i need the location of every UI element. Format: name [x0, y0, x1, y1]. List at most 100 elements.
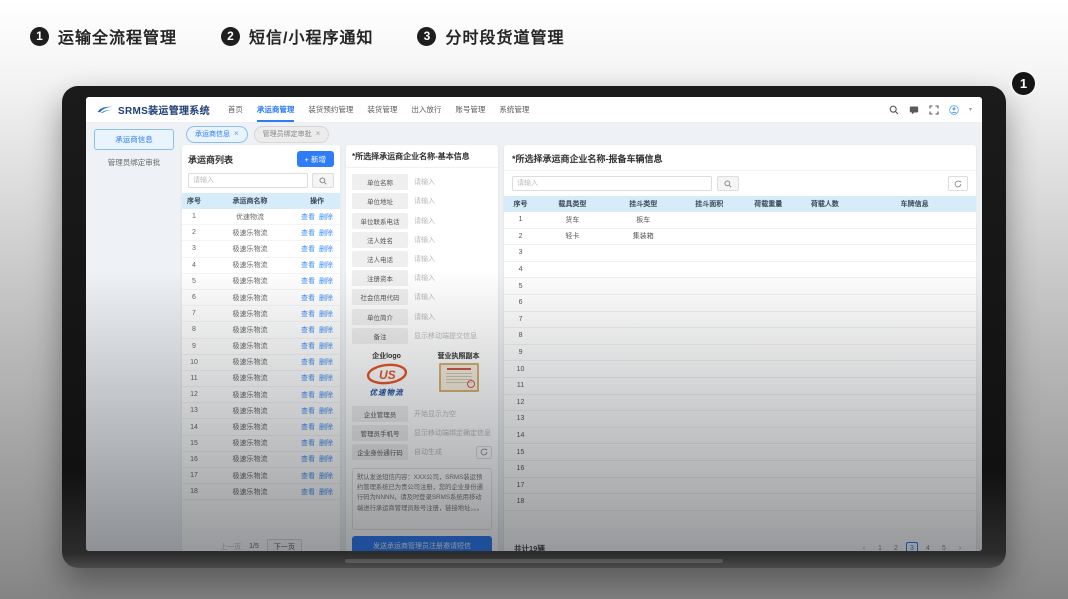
view-link[interactable]: 查看 [301, 454, 315, 464]
chevron-down-icon[interactable]: ▾ [969, 106, 972, 113]
page-button-4[interactable]: 4 [922, 542, 934, 551]
delete-link[interactable]: 删除 [319, 293, 333, 303]
row-no: 2 [182, 229, 206, 236]
prev-page-button[interactable]: ‹ [858, 542, 870, 551]
close-icon[interactable]: × [316, 131, 321, 137]
vcell: 18 [504, 498, 537, 505]
delete-link[interactable]: 删除 [319, 454, 333, 464]
row-no: 1 [182, 213, 206, 220]
vcol: 序号 [504, 199, 537, 209]
delete-link[interactable]: 删除 [319, 341, 333, 351]
nav-item-系统管理[interactable]: 系统管理 [499, 97, 529, 122]
vehicle-search-button[interactable] [717, 176, 739, 191]
message-icon[interactable] [909, 104, 920, 115]
view-link[interactable]: 查看 [301, 309, 315, 319]
view-link[interactable]: 查看 [301, 212, 315, 222]
delete-link[interactable]: 删除 [319, 471, 333, 481]
vcell: 12 [504, 399, 537, 406]
view-link[interactable]: 查看 [301, 390, 315, 400]
page-button-1[interactable]: 1 [874, 542, 886, 551]
table-row: 16极速乐物流查看删除 [182, 452, 340, 468]
row-actions: 查看删除 [294, 454, 340, 464]
table-row: 2轻卡集装箱 [504, 229, 976, 246]
feature-number-badge: 3 [417, 27, 436, 46]
view-link[interactable]: 查看 [301, 276, 315, 286]
row-no: 8 [182, 326, 206, 333]
view-link[interactable]: 查看 [301, 438, 315, 448]
table-row: 2极速乐物流查看删除 [182, 225, 340, 241]
close-icon[interactable]: × [234, 131, 239, 137]
view-link[interactable]: 查看 [301, 357, 315, 367]
view-link[interactable]: 查看 [301, 228, 315, 238]
delete-link[interactable]: 删除 [319, 212, 333, 222]
page-button-3[interactable]: 3 [906, 542, 918, 551]
svg-text:US: US [379, 368, 396, 382]
refresh-icon[interactable] [476, 446, 492, 459]
carrier-search-input[interactable] [188, 173, 308, 188]
view-link[interactable]: 查看 [301, 244, 315, 254]
field-label: 注册资本 [352, 270, 408, 286]
delete-link[interactable]: 删除 [319, 325, 333, 335]
row-actions: 查看删除 [294, 276, 340, 286]
view-link[interactable]: 查看 [301, 471, 315, 481]
delete-link[interactable]: 删除 [319, 309, 333, 319]
page-button-2[interactable]: 2 [890, 542, 902, 551]
corner-step-badge: 1 [1012, 72, 1035, 95]
view-link[interactable]: 查看 [301, 341, 315, 351]
delete-link[interactable]: 删除 [319, 357, 333, 367]
sidebar-item[interactable]: 承运商信息 [94, 129, 174, 150]
next-page-button[interactable]: 下一页 [267, 539, 302, 551]
nav-item-账号管理[interactable]: 账号管理 [455, 97, 485, 122]
refresh-icon[interactable] [948, 176, 968, 191]
vcol: 车牌信息 [853, 199, 976, 209]
delete-link[interactable]: 删除 [319, 438, 333, 448]
page-button-5[interactable]: 5 [938, 542, 950, 551]
add-carrier-button[interactable]: + 新增 [297, 151, 334, 167]
avatar[interactable] [949, 104, 960, 115]
row-no: 9 [182, 343, 206, 350]
field-value: 请输入 [414, 312, 492, 322]
view-link[interactable]: 查看 [301, 260, 315, 270]
delete-link[interactable]: 删除 [319, 260, 333, 270]
delete-link[interactable]: 删除 [319, 487, 333, 497]
next-page-button[interactable]: › [954, 542, 966, 551]
delete-link[interactable]: 删除 [319, 390, 333, 400]
delete-link[interactable]: 删除 [319, 228, 333, 238]
field-label: 单位联系电话 [352, 213, 408, 229]
nav-item-承运商管理[interactable]: 承运商管理 [257, 97, 295, 122]
send-invite-sms-button[interactable]: 发送承运商管理员注册邀请短信 [352, 536, 492, 551]
row-no: 16 [182, 456, 206, 463]
nav-item-装货预约管理[interactable]: 装货预约管理 [308, 97, 353, 122]
vcell: 货车 [537, 215, 608, 225]
view-link[interactable]: 查看 [301, 325, 315, 335]
row-name: 极速乐物流 [206, 244, 294, 254]
delete-link[interactable]: 删除 [319, 406, 333, 416]
prev-page-button[interactable]: 上一页 [220, 542, 241, 551]
nav-item-首页[interactable]: 首页 [228, 97, 243, 122]
vehicle-list-panel: *所选择承运商企业名称-报备车辆信息 序号载具类型挂斗类型挂斗面积荷载重量荷载人… [504, 145, 976, 551]
row-no: 13 [182, 407, 206, 414]
sms-note-text: 默认发送短信内容：XXX公司，SRMS装运预约管理系统已为贵公司注册，您的企业身… [352, 468, 492, 530]
vcell: 8 [504, 332, 537, 339]
view-link[interactable]: 查看 [301, 293, 315, 303]
view-link[interactable]: 查看 [301, 487, 315, 497]
view-link[interactable]: 查看 [301, 422, 315, 432]
vehicle-search-input[interactable] [512, 176, 712, 191]
view-link[interactable]: 查看 [301, 373, 315, 383]
delete-link[interactable]: 删除 [319, 276, 333, 286]
view-link[interactable]: 查看 [301, 406, 315, 416]
tab-chip[interactable]: 承运商信息× [186, 126, 248, 143]
carrier-search-button[interactable] [312, 173, 334, 188]
field-value: 请输入 [414, 254, 492, 264]
tab-chip[interactable]: 管理员绑定审批× [254, 126, 330, 143]
table-row: 5 [504, 278, 976, 295]
delete-link[interactable]: 删除 [319, 373, 333, 383]
fullscreen-icon[interactable] [929, 104, 940, 115]
nav-item-出入放行[interactable]: 出入放行 [411, 97, 441, 122]
delete-link[interactable]: 删除 [319, 422, 333, 432]
delete-link[interactable]: 删除 [319, 244, 333, 254]
sidebar-item[interactable]: 管理员绑定审批 [94, 152, 174, 173]
row-no: 15 [182, 440, 206, 447]
nav-item-装货管理[interactable]: 装货管理 [367, 97, 397, 122]
search-icon[interactable] [889, 104, 900, 115]
